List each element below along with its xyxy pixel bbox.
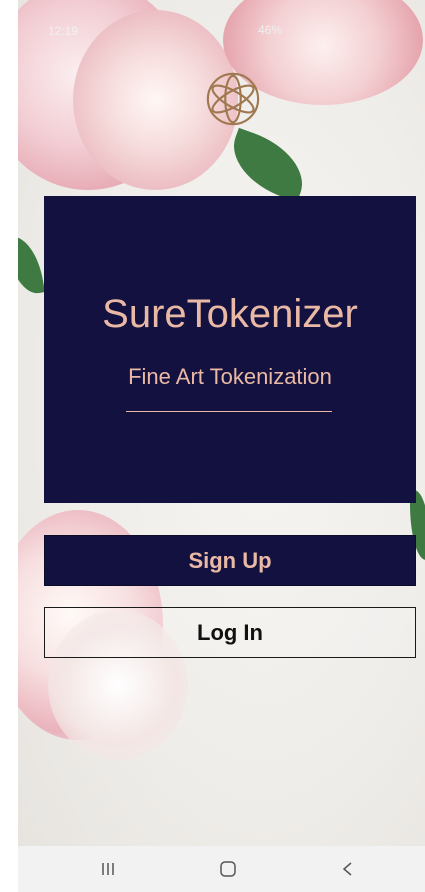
back-button[interactable] xyxy=(328,856,368,882)
app-title: SureTokenizer xyxy=(102,292,358,336)
brand-emblem-icon xyxy=(206,72,260,126)
divider xyxy=(126,411,332,412)
home-button[interactable] xyxy=(208,856,248,882)
recent-apps-button[interactable] xyxy=(88,856,128,882)
recent-apps-icon xyxy=(102,863,114,875)
back-icon xyxy=(342,862,352,876)
app-screen: 12:19 46% SureTokenizer Fine Art Tokeniz… xyxy=(18,0,425,892)
leaf-decoration xyxy=(18,232,45,298)
sign-up-button[interactable]: Sign Up xyxy=(44,535,416,586)
system-nav-bar xyxy=(18,846,425,892)
status-battery: 46% xyxy=(258,23,283,37)
home-icon xyxy=(220,861,236,877)
hero-panel: SureTokenizer Fine Art Tokenization xyxy=(44,196,416,503)
log-in-button[interactable]: Log In xyxy=(44,607,416,658)
status-time: 12:19 xyxy=(48,24,79,38)
leaf-decoration xyxy=(221,127,315,203)
status-bar: 12:19 46% xyxy=(18,0,425,38)
app-subtitle: Fine Art Tokenization xyxy=(128,364,332,389)
